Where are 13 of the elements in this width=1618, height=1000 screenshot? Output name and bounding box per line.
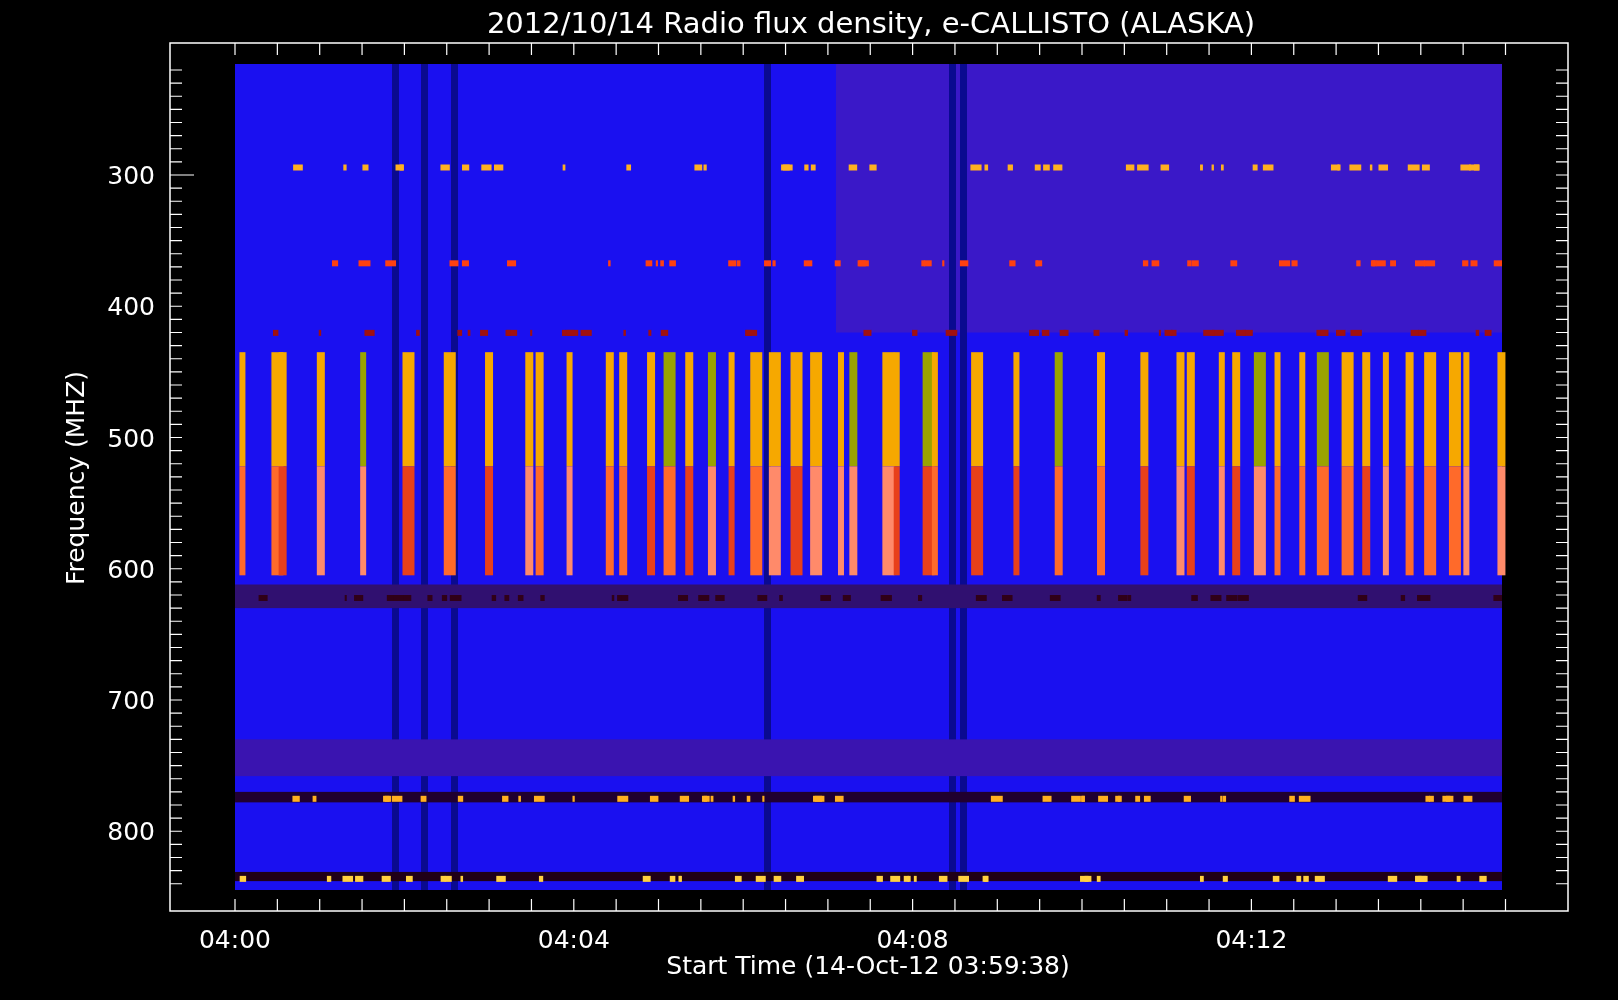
y-tick-label: 500 [107, 423, 155, 453]
plot-title: 2012/10/14 Radio flux density, e-CALLISTO (ALASKA) [486, 6, 1256, 40]
x-axis-label: Start Time (14-Oct-12 03:59:38) [666, 951, 1070, 980]
x-tick-label: 04:08 [876, 925, 949, 954]
y-tick-label: 600 [107, 554, 155, 584]
x-tick-label: 04:04 [537, 925, 610, 954]
y-tick-label: 800 [107, 817, 155, 847]
x-tick-label: 04:00 [199, 925, 271, 954]
y-tick-label: 700 [107, 686, 155, 715]
y-axis-label: Frequency (MHZ) [61, 370, 90, 586]
y-tick-label: 300 [107, 161, 155, 190]
y-tick-label: 400 [107, 292, 155, 322]
x-tick-label: 04:12 [1215, 925, 1288, 954]
